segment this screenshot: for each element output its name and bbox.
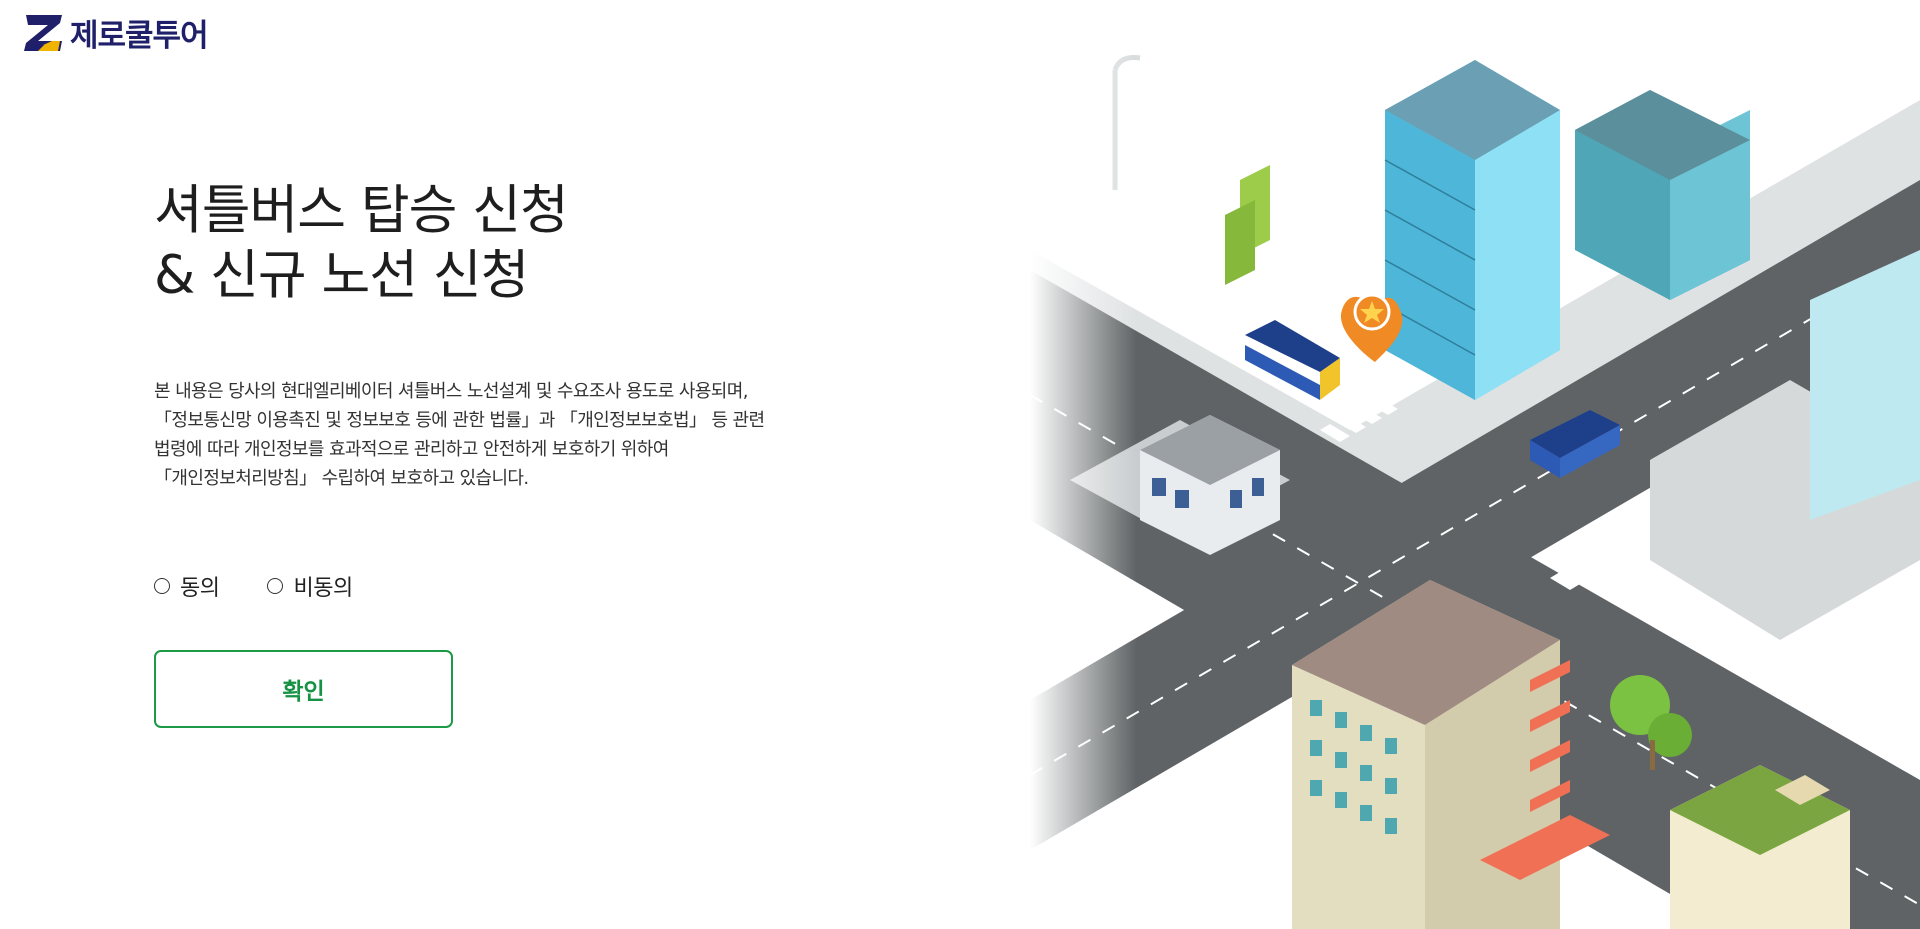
confirm-button[interactable]: 확인 xyxy=(154,650,453,728)
description-line: 본 내용은 당사의 현대엘리베이터 셔틀버스 노선설계 및 수요조사 용도로 사… xyxy=(154,381,748,402)
description-line: 법령에 따라 개인정보를 효과적으로 관리하고 안전하게 보호하기 위하여 xyxy=(154,439,669,460)
agree-radio[interactable] xyxy=(154,578,170,594)
disagree-radio-option[interactable]: 비동의 xyxy=(267,570,353,602)
agree-label: 동의 xyxy=(180,576,220,601)
disagree-radio[interactable] xyxy=(267,578,284,594)
description-line: 「개인정보처리방침」 수립하여 보호하고 있습니다. xyxy=(154,468,529,489)
logo-z-icon xyxy=(24,14,62,51)
logo-text: 제로쿨투어 xyxy=(70,18,209,54)
logo[interactable]: 제로쿨투어 xyxy=(22,10,209,55)
disagree-label: 비동의 xyxy=(293,576,353,601)
title-line-1: 셔틀버스 탑승 신청 xyxy=(154,180,569,241)
page-title: 셔틀버스 탑승 신청 & 신규 노선 신청 xyxy=(154,178,569,308)
consent-radio-group: 동의 비동의 xyxy=(154,570,401,602)
privacy-description: 본 내용은 당사의 현대엘리베이터 셔틀버스 노선설계 및 수요조사 용도로 사… xyxy=(154,377,854,493)
title-line-2: & 신규 노선 신청 xyxy=(154,245,529,306)
city-illustration xyxy=(1030,0,1920,929)
description-line: 「정보통신망 이용촉진 및 정보보호 등에 관한 법률」과 「개인정보보호법」 … xyxy=(154,410,765,431)
agree-radio-option[interactable]: 동의 xyxy=(154,570,220,602)
